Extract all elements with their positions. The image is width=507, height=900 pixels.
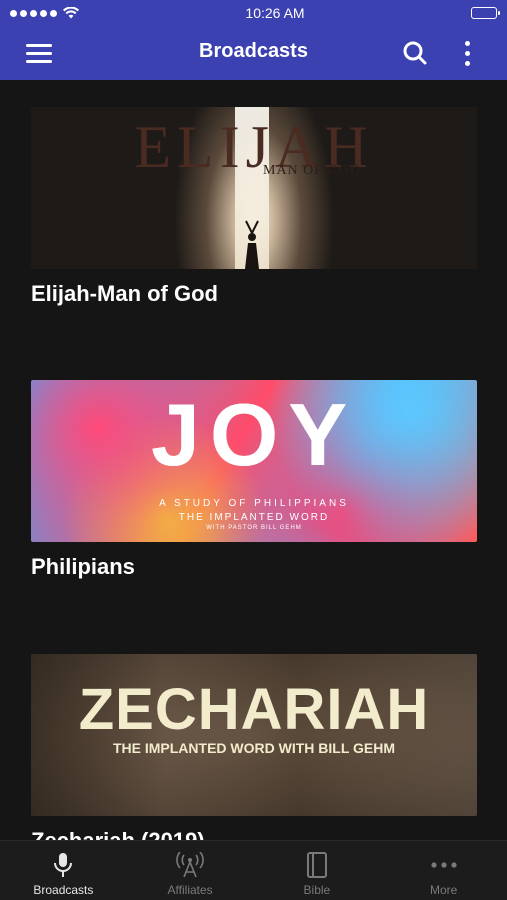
microphone-icon — [48, 851, 78, 879]
tab-label: Bible — [303, 883, 331, 897]
broadcast-banner: JOY A STUDY OF PHILIPPIANS THE IMPLANTED… — [31, 380, 477, 542]
banner-title: ELIJAH — [134, 114, 374, 180]
broadcast-card-elijah[interactable]: ELIJAH MAN OF GOD Elijah-Man of God — [31, 107, 477, 307]
banner-title-text: JOY — [150, 385, 358, 484]
banner-subtitle: THE IMPLANTED WORD WITH BILL GEHM — [112, 740, 396, 756]
search-button[interactable] — [402, 40, 428, 66]
tab-bible[interactable]: Bible — [254, 841, 381, 900]
tab-label: More — [429, 883, 458, 897]
battery-icon — [471, 7, 500, 19]
banner-line-2: THE IMPLANTED WORD — [178, 512, 330, 523]
tab-label: Broadcasts — [33, 883, 94, 897]
banner-title: JOY — [31, 384, 477, 486]
more-dots-icon — [429, 851, 459, 879]
page-title: Broadcasts — [199, 40, 308, 62]
banner-subtitle: MAN OF GOD — [263, 163, 361, 178]
signal-wifi-group — [10, 7, 79, 19]
tab-broadcasts[interactable]: Broadcasts — [0, 841, 127, 900]
overflow-menu-button[interactable] — [458, 38, 478, 68]
broadcast-title: Philipians — [31, 554, 135, 579]
broadcast-banner: ELIJAH MAN OF GOD — [31, 107, 477, 269]
tab-label: Affiliates — [167, 883, 213, 897]
wifi-icon — [63, 7, 79, 19]
bottom-tab-bar: Broadcasts Affiliates Bible More — [0, 840, 507, 900]
app-bar: Broadcasts — [0, 26, 507, 80]
search-icon — [403, 41, 427, 65]
banner-line-1: A STUDY OF PHILIPPIANS — [159, 498, 349, 509]
broadcast-title: Elijah-Man of God — [31, 281, 218, 306]
status-time: 10:26 AM — [245, 5, 305, 21]
broadcast-card-philipians[interactable]: JOY A STUDY OF PHILIPPIANS THE IMPLANTED… — [31, 380, 477, 580]
banner-line-3: WITH PASTOR BILL GEHM — [206, 525, 302, 531]
tab-affiliates[interactable]: Affiliates — [127, 841, 254, 900]
banner-title: ZECHARIAH — [78, 677, 430, 742]
antenna-icon — [175, 851, 205, 879]
broadcast-list: ELIJAH MAN OF GOD Elijah-Man of God JOY … — [0, 80, 507, 840]
signal-icon — [10, 9, 57, 17]
status-bar: 10:26 AM — [0, 0, 507, 26]
prophet-figure-icon — [245, 220, 259, 269]
broadcast-title: Zechariah (2019) — [31, 828, 477, 840]
tab-more[interactable]: More — [380, 841, 507, 900]
broadcast-card-zechariah[interactable]: ZECHARIAH THE IMPLANTED WORD WITH BILL G… — [31, 654, 477, 840]
broadcast-banner: ZECHARIAH THE IMPLANTED WORD WITH BILL G… — [31, 654, 477, 816]
book-icon — [302, 851, 332, 879]
